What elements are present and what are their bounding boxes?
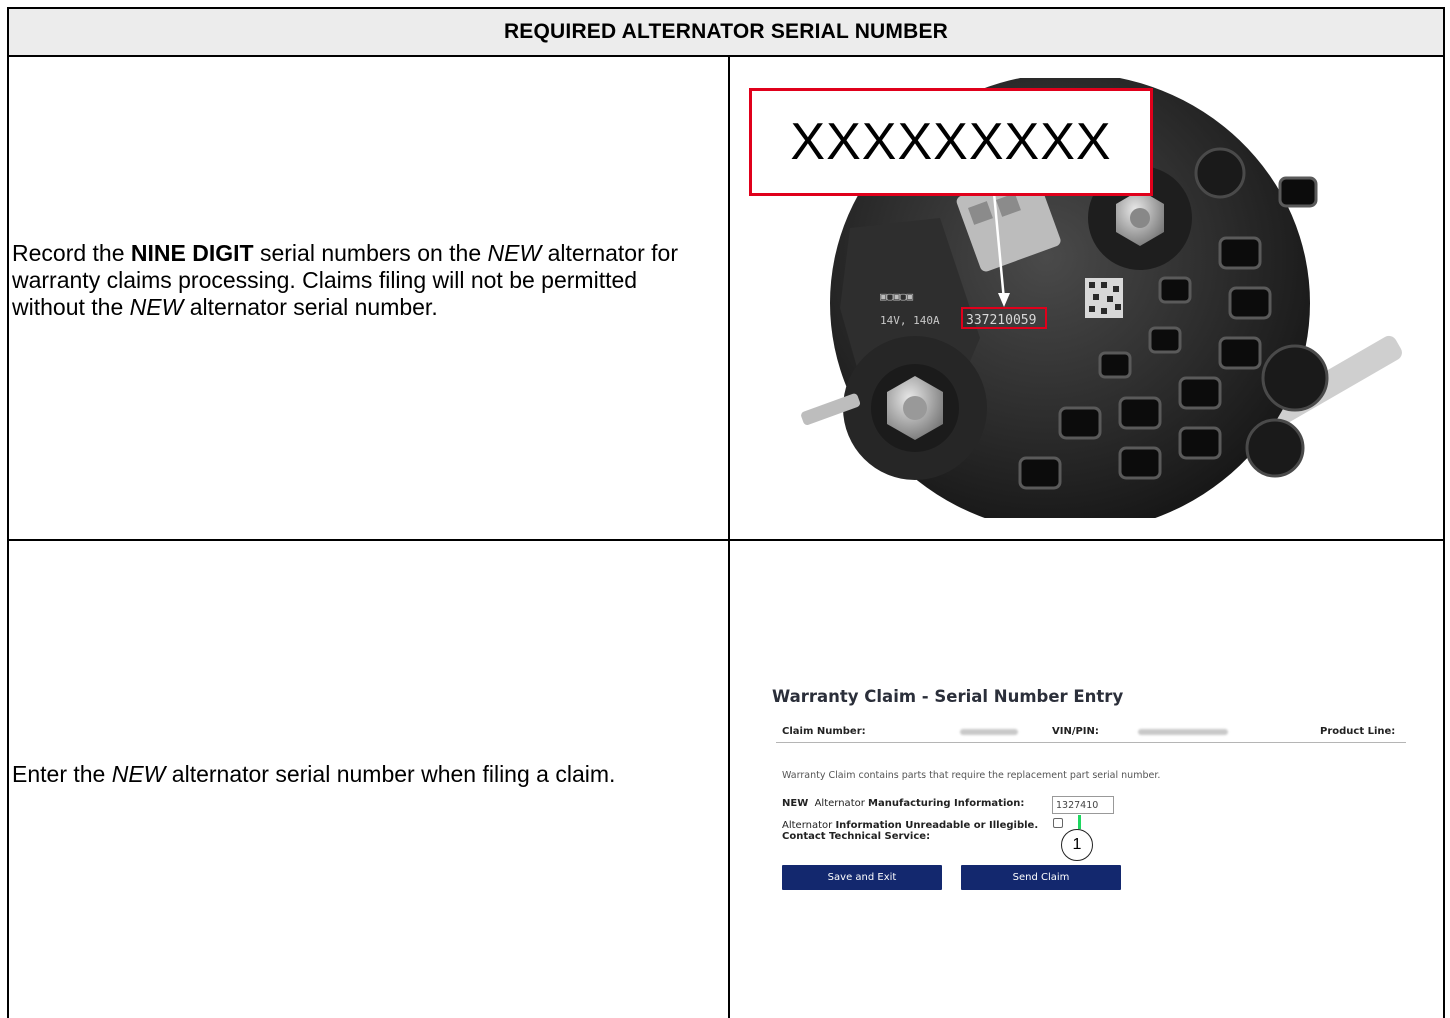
marker-leader-line [1078,815,1081,829]
row2-instruction: Enter the NEW alternator serial number w… [12,761,712,788]
unreadable-checkbox[interactable] [1053,818,1063,828]
new-emphasis: NEW [487,240,542,266]
svg-text:▣▢▣▢▣: ▣▢▣▢▣ [880,290,913,303]
product-line-label: Product Line: [1320,726,1396,737]
row1-instruction: Record the NINE DIGIT serial numbers on … [12,240,712,321]
claim-screen-capture: Warranty Claim - Serial Number Entry Cla… [762,681,1412,911]
serial-required-note: Warranty Claim contains parts that requi… [782,770,1161,781]
save-and-exit-button[interactable]: Save and Exit [782,865,942,890]
serial-number-input[interactable]: 1327410 [1052,796,1114,814]
alternator-word: Alternator [814,798,865,809]
new-emphasis: NEW [111,761,166,787]
row1-text-a: Record the [12,240,131,266]
claim-header-row: Claim Number: VIN/PIN: Product Line: [776,722,1406,743]
alternator-word: Alternator [782,820,833,831]
mfg-info-label: Manufacturing Information: [868,798,1025,809]
new-alternator-label: NEW Alternator Manufacturing Information… [782,798,1024,809]
row1-text-d: alternator serial number. [183,294,438,320]
callout-text: XXXXXXXXX [790,113,1112,171]
screen-title: Warranty Claim - Serial Number Entry [772,687,1124,706]
redacted-claim-number [960,729,1018,735]
unreadable-label: Alternator Information Unreadable or Ill… [782,820,1042,842]
new-prefix: NEW [782,798,809,809]
callout-marker: 1 [1061,829,1093,861]
row-divider [9,539,1443,541]
send-claim-button[interactable]: Send Claim [961,865,1121,890]
vin-label: VIN/PIN: [1052,726,1099,737]
plate-rating: 14V, 140A [880,314,940,327]
claim-number-label: Claim Number: [782,726,866,737]
nine-digit-emphasis: NINE DIGIT [130,240,254,266]
serial-callout: XXXXXXXXX [749,88,1153,196]
row2-text-a: Enter the [12,761,112,787]
row2-text-b: alternator serial number when filing a c… [165,761,616,787]
redacted-vin [1138,729,1228,735]
plate-serial: 337210059 [966,313,1036,328]
table-title: REQUIRED ALTERNATOR SERIAL NUMBER [503,20,949,43]
new-emphasis: NEW [129,294,184,320]
table-header: REQUIRED ALTERNATOR SERIAL NUMBER [9,9,1443,57]
column-divider [728,55,730,1018]
row1-text-b: serial numbers on the [253,240,488,266]
